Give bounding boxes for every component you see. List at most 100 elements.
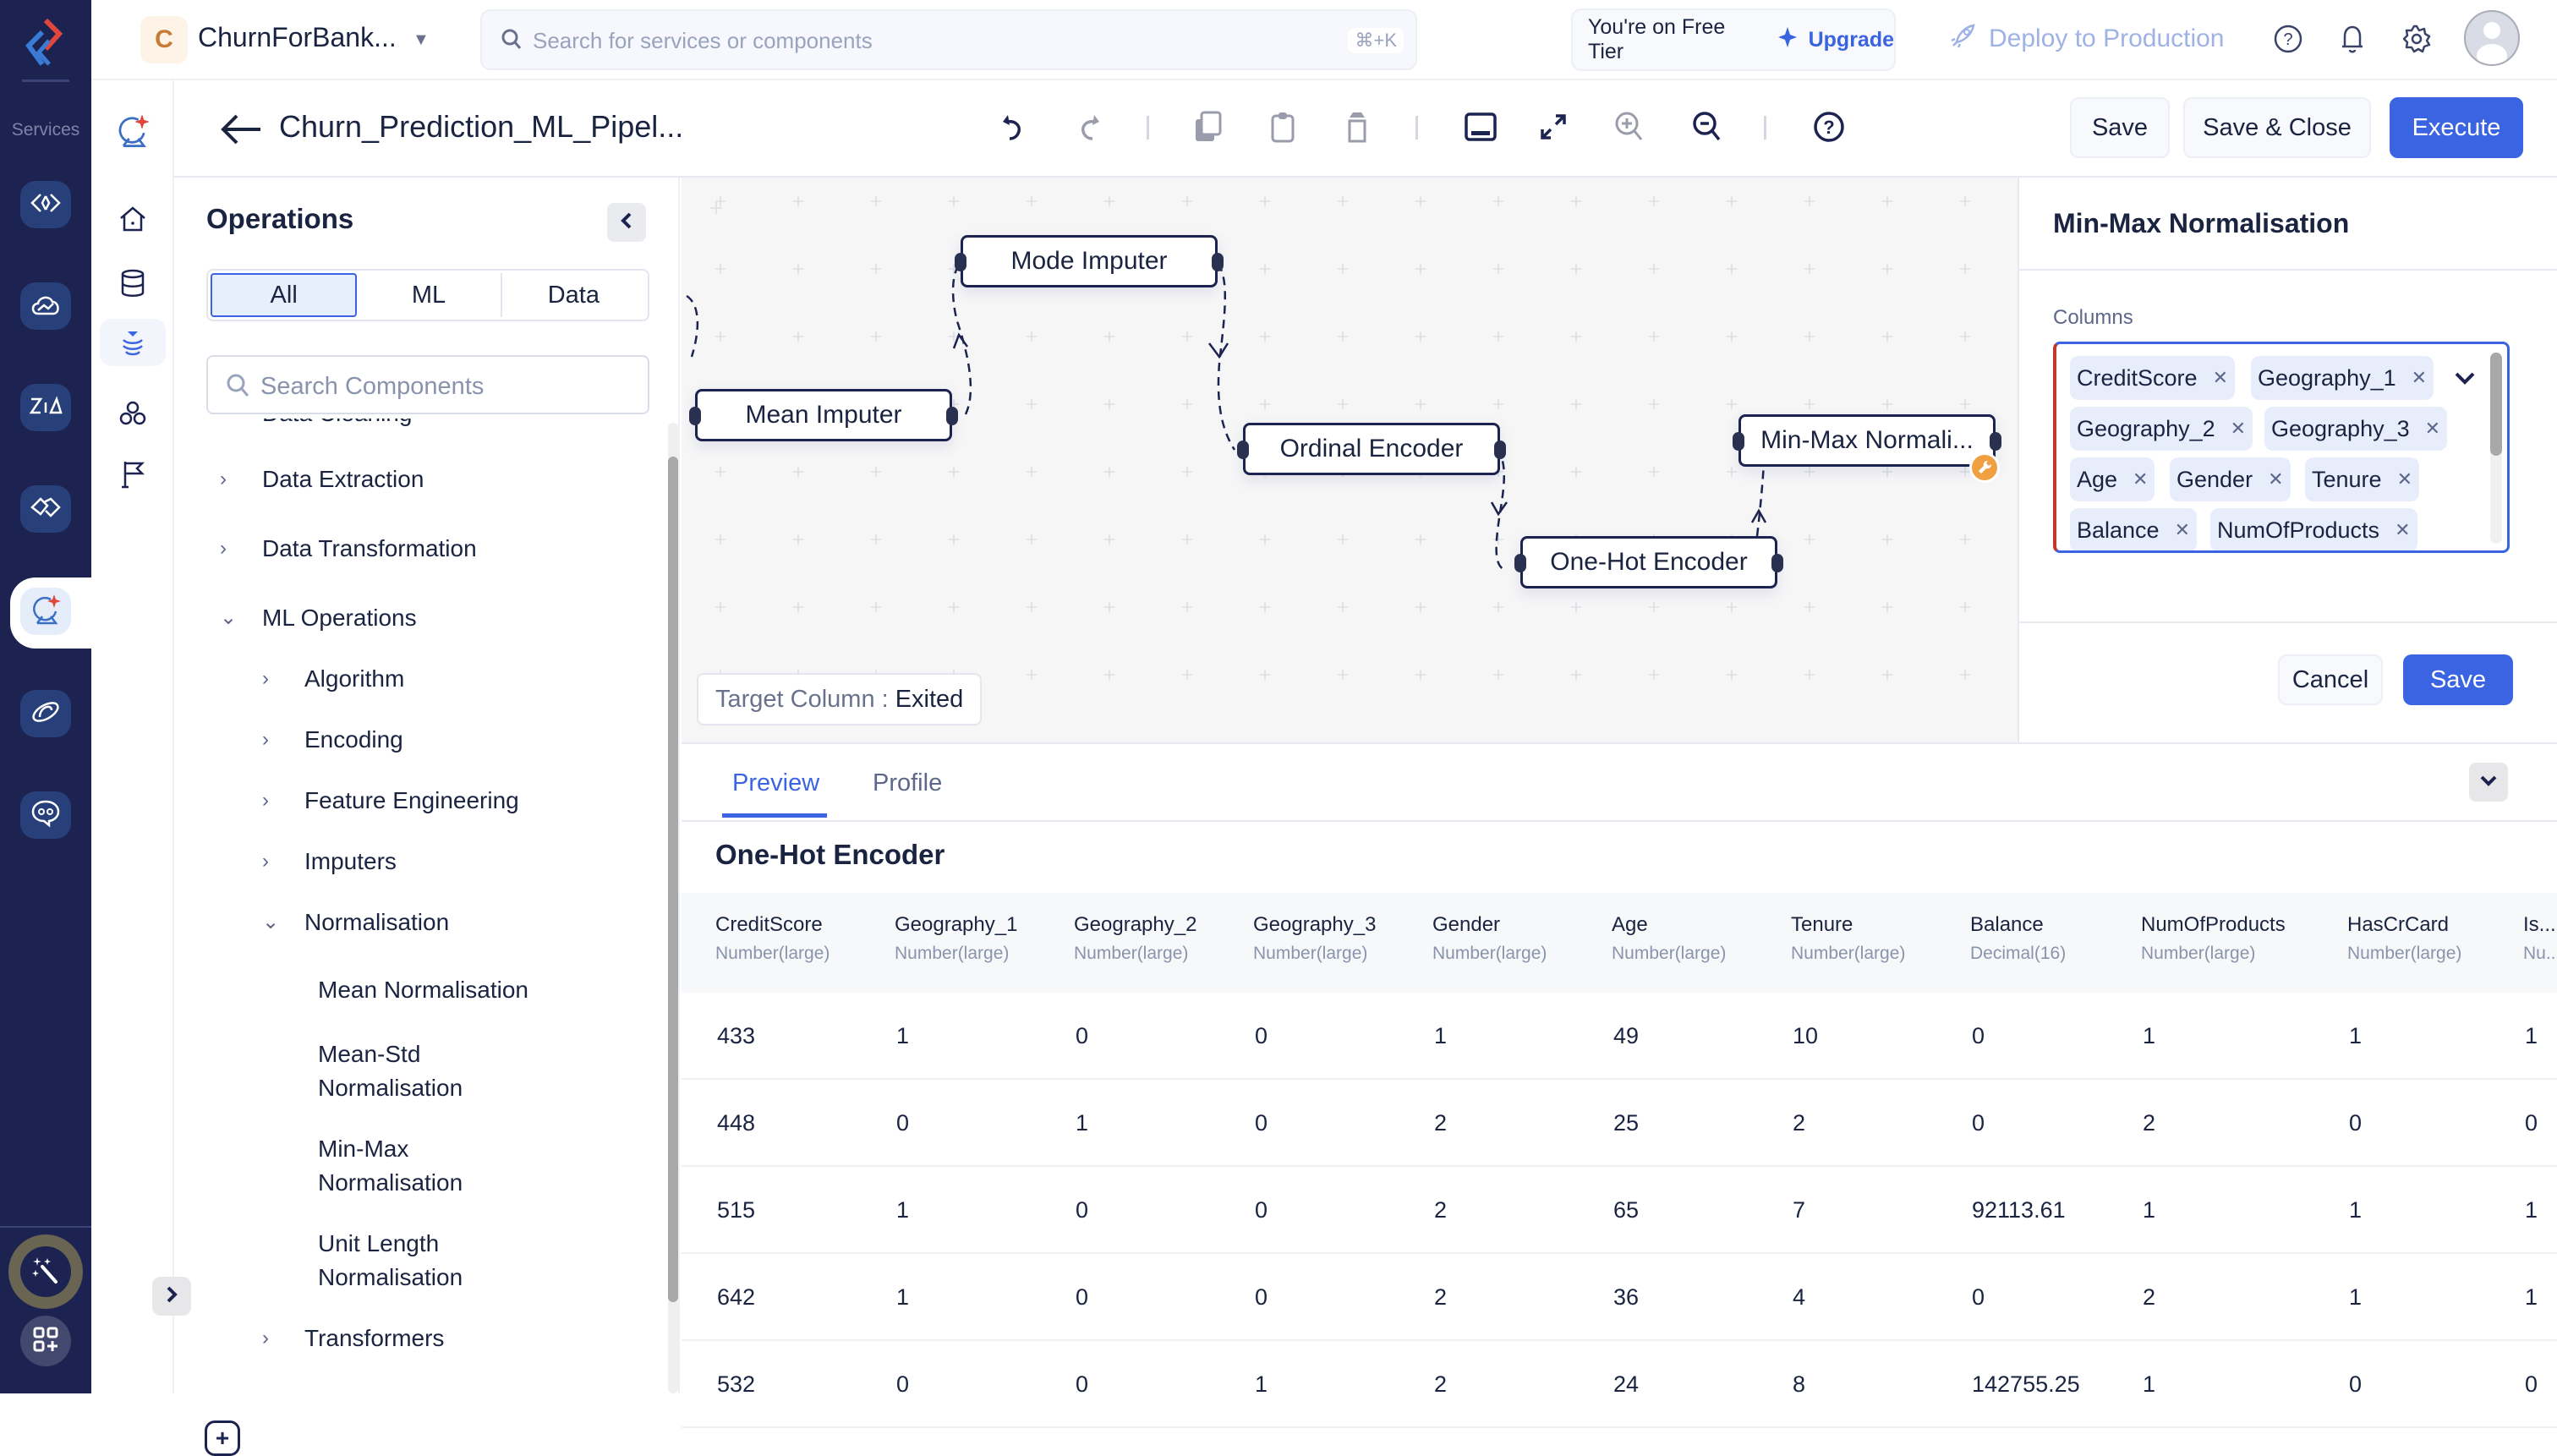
column-header[interactable]: HasCrCard Number(large) xyxy=(2347,913,2461,964)
output-port[interactable] xyxy=(946,407,958,425)
column-header[interactable]: NumOfProducts Number(large) xyxy=(2141,913,2286,964)
back-arrow-icon[interactable] xyxy=(218,112,262,151)
rail-item-code-studio[interactable] xyxy=(20,181,71,228)
tree-item-imputers[interactable]: › Imputers xyxy=(262,845,397,879)
global-search-input[interactable]: Search for services or components ⌘+K xyxy=(480,9,1417,70)
tree-item-min-max-normalisation[interactable]: Min-Max Normalisation xyxy=(318,1132,512,1200)
tree-item-data-cleaning[interactable]: ›Data Cleaning xyxy=(220,419,412,430)
chevron-down-icon[interactable] xyxy=(2454,369,2476,391)
delete-trash-icon[interactable] xyxy=(1334,104,1380,150)
input-port[interactable] xyxy=(1514,554,1526,572)
operations-scrollbar-thumb[interactable] xyxy=(668,457,678,1302)
pipeline-canvas[interactable]: Mean Imputer Mode Imputer Ordinal Encode… xyxy=(682,178,2018,742)
zoom-in-icon[interactable] xyxy=(1607,104,1652,150)
tree-item-data-transformation[interactable]: › Data Transformation xyxy=(220,532,477,566)
output-port[interactable] xyxy=(1990,432,2001,451)
rail-item-integration[interactable] xyxy=(20,690,71,737)
tree-item-transformers[interactable]: › Transformers xyxy=(262,1322,444,1355)
output-port[interactable] xyxy=(1212,253,1224,271)
filter-data[interactable]: Data xyxy=(502,273,645,317)
rail-item-chatbot[interactable] xyxy=(20,791,71,839)
tree-item-data-extraction[interactable]: › Data Extraction xyxy=(220,463,424,496)
component-search-input[interactable]: Search Components xyxy=(206,355,649,414)
add-module-button[interactable]: + xyxy=(205,1420,240,1456)
rail-item-cloud[interactable] xyxy=(20,282,71,330)
models-hexagon-icon[interactable] xyxy=(109,390,156,437)
app-logo-icon[interactable] xyxy=(20,15,71,74)
tree-item-algorithm[interactable]: › Algorithm xyxy=(262,662,404,696)
remove-chip-icon[interactable]: ✕ xyxy=(2213,367,2228,389)
copy-icon[interactable] xyxy=(1185,104,1231,150)
execute-button[interactable]: Execute xyxy=(2390,97,2523,158)
input-port[interactable] xyxy=(1733,432,1744,451)
rail-item-zia[interactable] xyxy=(20,384,71,431)
settings-gear-icon[interactable] xyxy=(2398,20,2435,57)
rail-item-handshake[interactable] xyxy=(20,485,71,533)
output-port[interactable] xyxy=(1494,441,1506,459)
project-name[interactable]: ChurnForBank... xyxy=(198,22,397,53)
input-port[interactable] xyxy=(1237,441,1249,459)
node-mean-imputer[interactable]: Mean Imputer xyxy=(689,389,958,441)
tree-item-mean-normalisation[interactable]: Mean Normalisation xyxy=(318,973,605,1007)
filter-all[interactable]: All xyxy=(211,273,358,317)
project-avatar[interactable]: C xyxy=(140,16,188,63)
column-header[interactable]: Balance Decimal(16) xyxy=(1970,913,2066,964)
ml-module-icon[interactable] xyxy=(109,107,156,155)
remove-chip-icon[interactable]: ✕ xyxy=(2175,519,2190,541)
redo-icon[interactable] xyxy=(1065,104,1111,150)
notification-bell-icon[interactable] xyxy=(2334,20,2371,57)
remove-chip-icon[interactable]: ✕ xyxy=(2395,519,2410,541)
filter-ml[interactable]: ML xyxy=(357,273,502,317)
tab-profile[interactable]: Profile xyxy=(873,769,942,797)
column-header[interactable]: Gender Number(large) xyxy=(1432,913,1547,964)
columns-multiselect[interactable]: CreditScore ✕ Geography_1 ✕ Geography_2 ✕ G… xyxy=(2053,342,2510,553)
pipeline-icon[interactable] xyxy=(100,319,166,366)
upgrade-link[interactable]: Upgrade xyxy=(1809,28,1894,52)
input-port[interactable] xyxy=(955,253,966,271)
column-header[interactable]: Is... Nu... xyxy=(2523,913,2557,964)
tree-item-normalisation[interactable]: ⌄ Normalisation xyxy=(262,906,449,939)
undo-icon[interactable] xyxy=(991,104,1037,150)
remove-chip-icon[interactable]: ✕ xyxy=(2397,468,2412,490)
add-apps-button[interactable] xyxy=(20,1316,71,1366)
collapse-panel-button[interactable] xyxy=(607,203,646,242)
tree-item-encoding[interactable]: › Encoding xyxy=(262,723,403,757)
tree-item-mean-std-normalisation[interactable]: Mean-Std Normalisation xyxy=(318,1037,512,1105)
expand-panel-button[interactable] xyxy=(152,1277,191,1316)
column-header[interactable]: Age Number(large) xyxy=(1612,913,1726,964)
toggle-preview-panel-icon[interactable] xyxy=(1458,104,1503,150)
save-and-close-button[interactable]: Save & Close xyxy=(2183,97,2371,158)
node-one-hot-encoder[interactable]: One-Hot Encoder xyxy=(1514,536,1783,588)
magic-assist-button[interactable] xyxy=(8,1234,83,1309)
config-cancel-button[interactable]: Cancel xyxy=(2278,654,2383,705)
help-circle-icon[interactable]: ? xyxy=(1806,104,1852,150)
column-header[interactable]: Tenure Number(large) xyxy=(1791,913,1905,964)
output-port[interactable] xyxy=(1771,554,1783,572)
help-icon[interactable]: ? xyxy=(2270,20,2307,57)
tree-item-unit-length-normalisation[interactable]: Unit Length Normalisation xyxy=(318,1227,512,1295)
database-icon[interactable] xyxy=(109,260,156,307)
save-button[interactable]: Save xyxy=(2070,97,2170,158)
input-port[interactable] xyxy=(689,407,701,425)
node-mode-imputer[interactable]: Mode Imputer xyxy=(955,235,1224,287)
tree-item-ml-operations[interactable]: ⌄ ML Operations xyxy=(220,601,417,635)
remove-chip-icon[interactable]: ✕ xyxy=(2425,418,2440,440)
tab-preview[interactable]: Preview xyxy=(732,769,819,797)
tree-item-feature-engineering[interactable]: › Feature Engineering xyxy=(262,784,519,818)
rail-item-ml-studio[interactable] xyxy=(20,588,71,635)
column-header[interactable]: Geography_3 Number(large) xyxy=(1253,913,1376,964)
remove-chip-icon[interactable]: ✕ xyxy=(2412,367,2427,389)
zoom-out-icon[interactable] xyxy=(1684,104,1730,150)
flag-icon[interactable] xyxy=(109,451,156,498)
collapse-preview-button[interactable] xyxy=(2469,763,2508,802)
column-header[interactable]: Geography_2 Number(large) xyxy=(1074,913,1196,964)
user-avatar[interactable] xyxy=(2464,10,2520,66)
remove-chip-icon[interactable]: ✕ xyxy=(2231,418,2246,440)
node-min-max-normalisation[interactable]: Min-Max Normali... xyxy=(1733,414,2001,483)
fit-expand-icon[interactable] xyxy=(1530,104,1576,150)
wrench-config-icon[interactable] xyxy=(1969,452,2000,483)
column-header[interactable]: Geography_1 Number(large) xyxy=(895,913,1017,964)
home-icon[interactable] xyxy=(109,195,156,243)
column-header[interactable]: CreditScore Number(large) xyxy=(715,913,830,964)
multiselect-scrollbar-thumb[interactable] xyxy=(2490,353,2502,456)
